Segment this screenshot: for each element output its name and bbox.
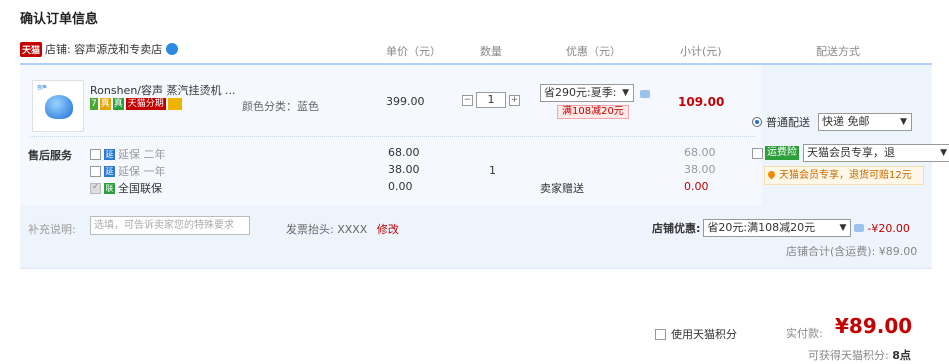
warranty-icon: 延 [104, 165, 115, 177]
steamer-image [45, 95, 73, 119]
insurance-note: 天猫会员专享，退货可赔12元 [764, 166, 924, 185]
chevron-down-icon: ▼ [940, 145, 947, 161]
shipping-radio[interactable] [752, 117, 762, 127]
points-label: 使用天猫积分 [671, 328, 737, 341]
col-promo-header: 优惠（元） [566, 45, 621, 58]
shop-name-link[interactable]: 店铺: 容声源茂和专卖店 [45, 41, 162, 57]
promo-tag: 满108减20元 [557, 105, 629, 119]
genuine-icon[interactable]: 真 [99, 98, 111, 110]
service-checkbox[interactable] [90, 165, 101, 177]
discount-chat-icon[interactable] [854, 224, 865, 232]
national-warranty-icon: 联 [104, 182, 115, 194]
service-label: 延保 一年 [118, 165, 166, 178]
service-label: 全国联保 [118, 182, 162, 195]
product-badges: 7 真 真 天猫分期 [90, 98, 182, 110]
shop-discount-label: 店铺优惠: [652, 222, 701, 235]
shipping-option-label: 普通配送 [766, 116, 810, 129]
item-divider [30, 136, 755, 137]
thumb-brand: 容声 [37, 85, 48, 91]
points-checkbox[interactable] [655, 328, 666, 340]
authentic-icon[interactable]: 真 [112, 98, 124, 110]
shop-discount-select[interactable]: 省20元:满108减20元 ▼ [703, 219, 852, 237]
chevron-down-icon: ▼ [900, 117, 907, 127]
unit-price: 399.00 [386, 95, 425, 108]
chat-icon[interactable] [166, 43, 179, 55]
memo-input[interactable]: 选填，可告诉卖家您的特殊要求 [90, 216, 250, 235]
qty-input[interactable]: 1 [476, 92, 506, 108]
credit-card-icon[interactable] [167, 98, 182, 110]
color-spec: 颜色分类：蓝色 [242, 100, 319, 113]
service-checkbox[interactable] [90, 148, 101, 160]
service-title: 售后服务 [28, 149, 72, 162]
col-qty-header: 数量 [480, 45, 502, 58]
service-subtotal: 38.00 [684, 163, 716, 176]
pay-amount: ¥89.00 [835, 314, 913, 338]
earn-label: 可获得天猫积分: [808, 349, 889, 362]
service-price: 38.00 [388, 163, 420, 176]
service-checkbox[interactable] [90, 182, 101, 194]
product-thumbnail[interactable]: 容声 [32, 80, 84, 132]
shop-discount-amount: -¥20.00 [867, 221, 910, 235]
insurance-select[interactable]: 天猫会员专享，退 ▼ [803, 144, 949, 162]
earn-points: 可获得天猫积分: 8点 [808, 347, 911, 363]
invoice-edit-link[interactable]: 修改 [377, 223, 399, 236]
promo-select-value: 省290元:夏季: [544, 86, 617, 99]
col-shipping-header: 配送方式 [816, 45, 860, 58]
insurance-row: 运费险 天猫会员专享，退 ▼ [752, 144, 949, 162]
seven-day-return-icon[interactable]: 7 [90, 98, 98, 110]
tmall-icon: 天猫 [20, 41, 43, 57]
installment-badge[interactable]: 天猫分期 [125, 98, 166, 110]
seller-gift-label: 卖家赠送 [540, 182, 584, 195]
invoice-info: 发票抬头: XXXX 修改 [286, 221, 399, 237]
promo-chat-icon[interactable] [640, 88, 650, 101]
memo-label: 补充说明: [28, 223, 76, 236]
warranty-icon: 延 [104, 148, 115, 160]
shop-discount-select-value: 省20元:满108减20元 [707, 221, 816, 234]
service-price: 0.00 [388, 180, 413, 193]
qty-increase-button[interactable]: + [509, 94, 520, 106]
service-price: 68.00 [388, 146, 420, 159]
service-option-1yr[interactable]: 延 延保 一年 [90, 163, 166, 179]
shop-total: 店铺合计(含运费): ¥89.00 [786, 245, 918, 258]
shipping-select[interactable]: 快递 免邮 ▼ [818, 113, 912, 131]
invoice-label: 发票抬头: XXXX [286, 223, 368, 236]
col-subtotal-header: 小计(元) [680, 45, 722, 58]
points-option[interactable]: 使用天猫积分 [655, 326, 737, 342]
col-price-header: 单价（元） [386, 45, 441, 58]
service-label: 延保 二年 [118, 148, 166, 161]
insurance-note-text: 天猫会员专享，退货可赔12元 [779, 170, 912, 181]
service-qty: 1 [489, 164, 496, 177]
service-option-national[interactable]: 联 全国联保 [90, 180, 162, 196]
item-subtotal: 109.00 [678, 95, 725, 109]
pay-label: 实付款: [786, 327, 823, 340]
chevron-down-icon: ▼ [839, 223, 847, 233]
service-subtotal: 0.00 [684, 180, 709, 193]
shop-header: 天猫 店铺: 容声源茂和专卖店 [20, 41, 179, 57]
service-option-2yr[interactable]: 延 延保 二年 [90, 146, 166, 162]
promo-select[interactable]: 省290元:夏季: ▼ [540, 84, 634, 102]
shop-discount-row: 店铺优惠: 省20元:满108减20元 ▼ -¥20.00 [652, 219, 910, 237]
insurance-select-value: 天猫会员专享，退 [807, 146, 895, 159]
earn-points-value: 8点 [892, 349, 911, 362]
shipping-option[interactable]: 普通配送 快递 免邮 ▼ [752, 113, 912, 131]
page-title: 确认订单信息 [20, 12, 99, 27]
pin-icon [766, 169, 777, 180]
insurance-checkbox[interactable] [752, 147, 763, 159]
product-name-link[interactable]: Ronshen/容声 蒸汽挂烫机 ... [90, 82, 235, 98]
shipping-select-value: 快递 免邮 [822, 115, 870, 128]
chevron-down-icon: ▼ [622, 88, 629, 98]
quantity-stepper: − 1 + [462, 92, 520, 108]
service-subtotal: 68.00 [684, 146, 716, 159]
insurance-tag: 运费险 [765, 146, 799, 160]
qty-decrease-button[interactable]: − [462, 94, 473, 106]
